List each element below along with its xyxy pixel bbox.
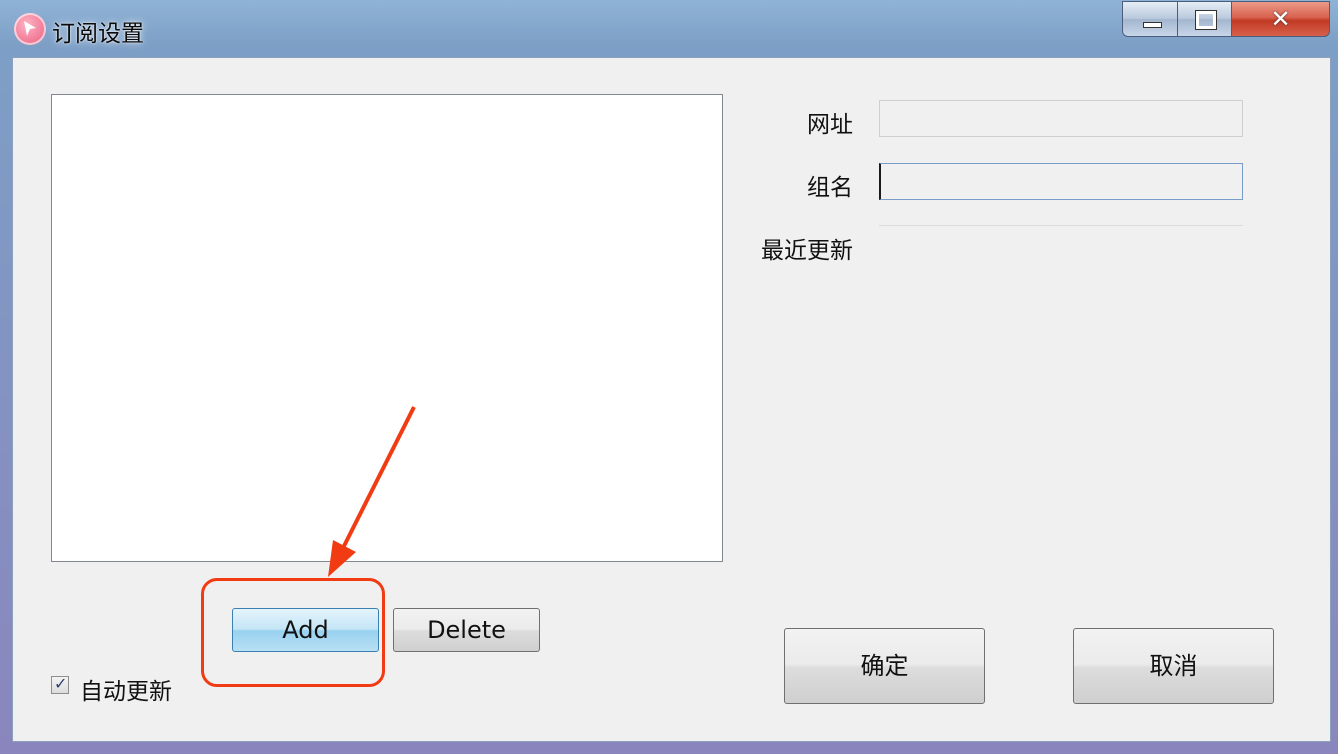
cursor-arrow-icon <box>14 13 46 45</box>
title-bar[interactable]: 订阅设置 ✕ <box>0 0 1338 56</box>
ok-button[interactable]: 确定 <box>784 628 985 704</box>
auto-update-checkbox[interactable]: ✓ <box>51 674 69 694</box>
highlight-box <box>201 578 385 687</box>
url-field[interactable] <box>879 100 1243 137</box>
close-button[interactable]: ✕ <box>1232 1 1330 37</box>
delete-button[interactable]: Delete <box>393 608 540 652</box>
subscription-list[interactable] <box>51 94 723 562</box>
close-icon: ✕ <box>1270 5 1291 33</box>
cancel-button[interactable]: 取消 <box>1073 628 1274 704</box>
caption-buttons: ✕ <box>1122 1 1332 39</box>
auto-update-label: 自动更新 <box>80 679 172 705</box>
maximize-icon <box>1195 10 1217 30</box>
minimize-icon <box>1143 22 1162 28</box>
check-mark-icon: ✓ <box>54 674 68 693</box>
group-name-field[interactable] <box>879 163 1243 200</box>
window-title: 订阅设置 <box>52 21 144 47</box>
last-updated-value <box>879 225 1243 263</box>
minimize-button[interactable] <box>1122 1 1178 37</box>
group-name-label: 组名 <box>807 175 853 201</box>
last-updated-label: 最近更新 <box>761 238 853 264</box>
url-label: 网址 <box>807 112 853 138</box>
maximize-button[interactable] <box>1178 1 1232 37</box>
